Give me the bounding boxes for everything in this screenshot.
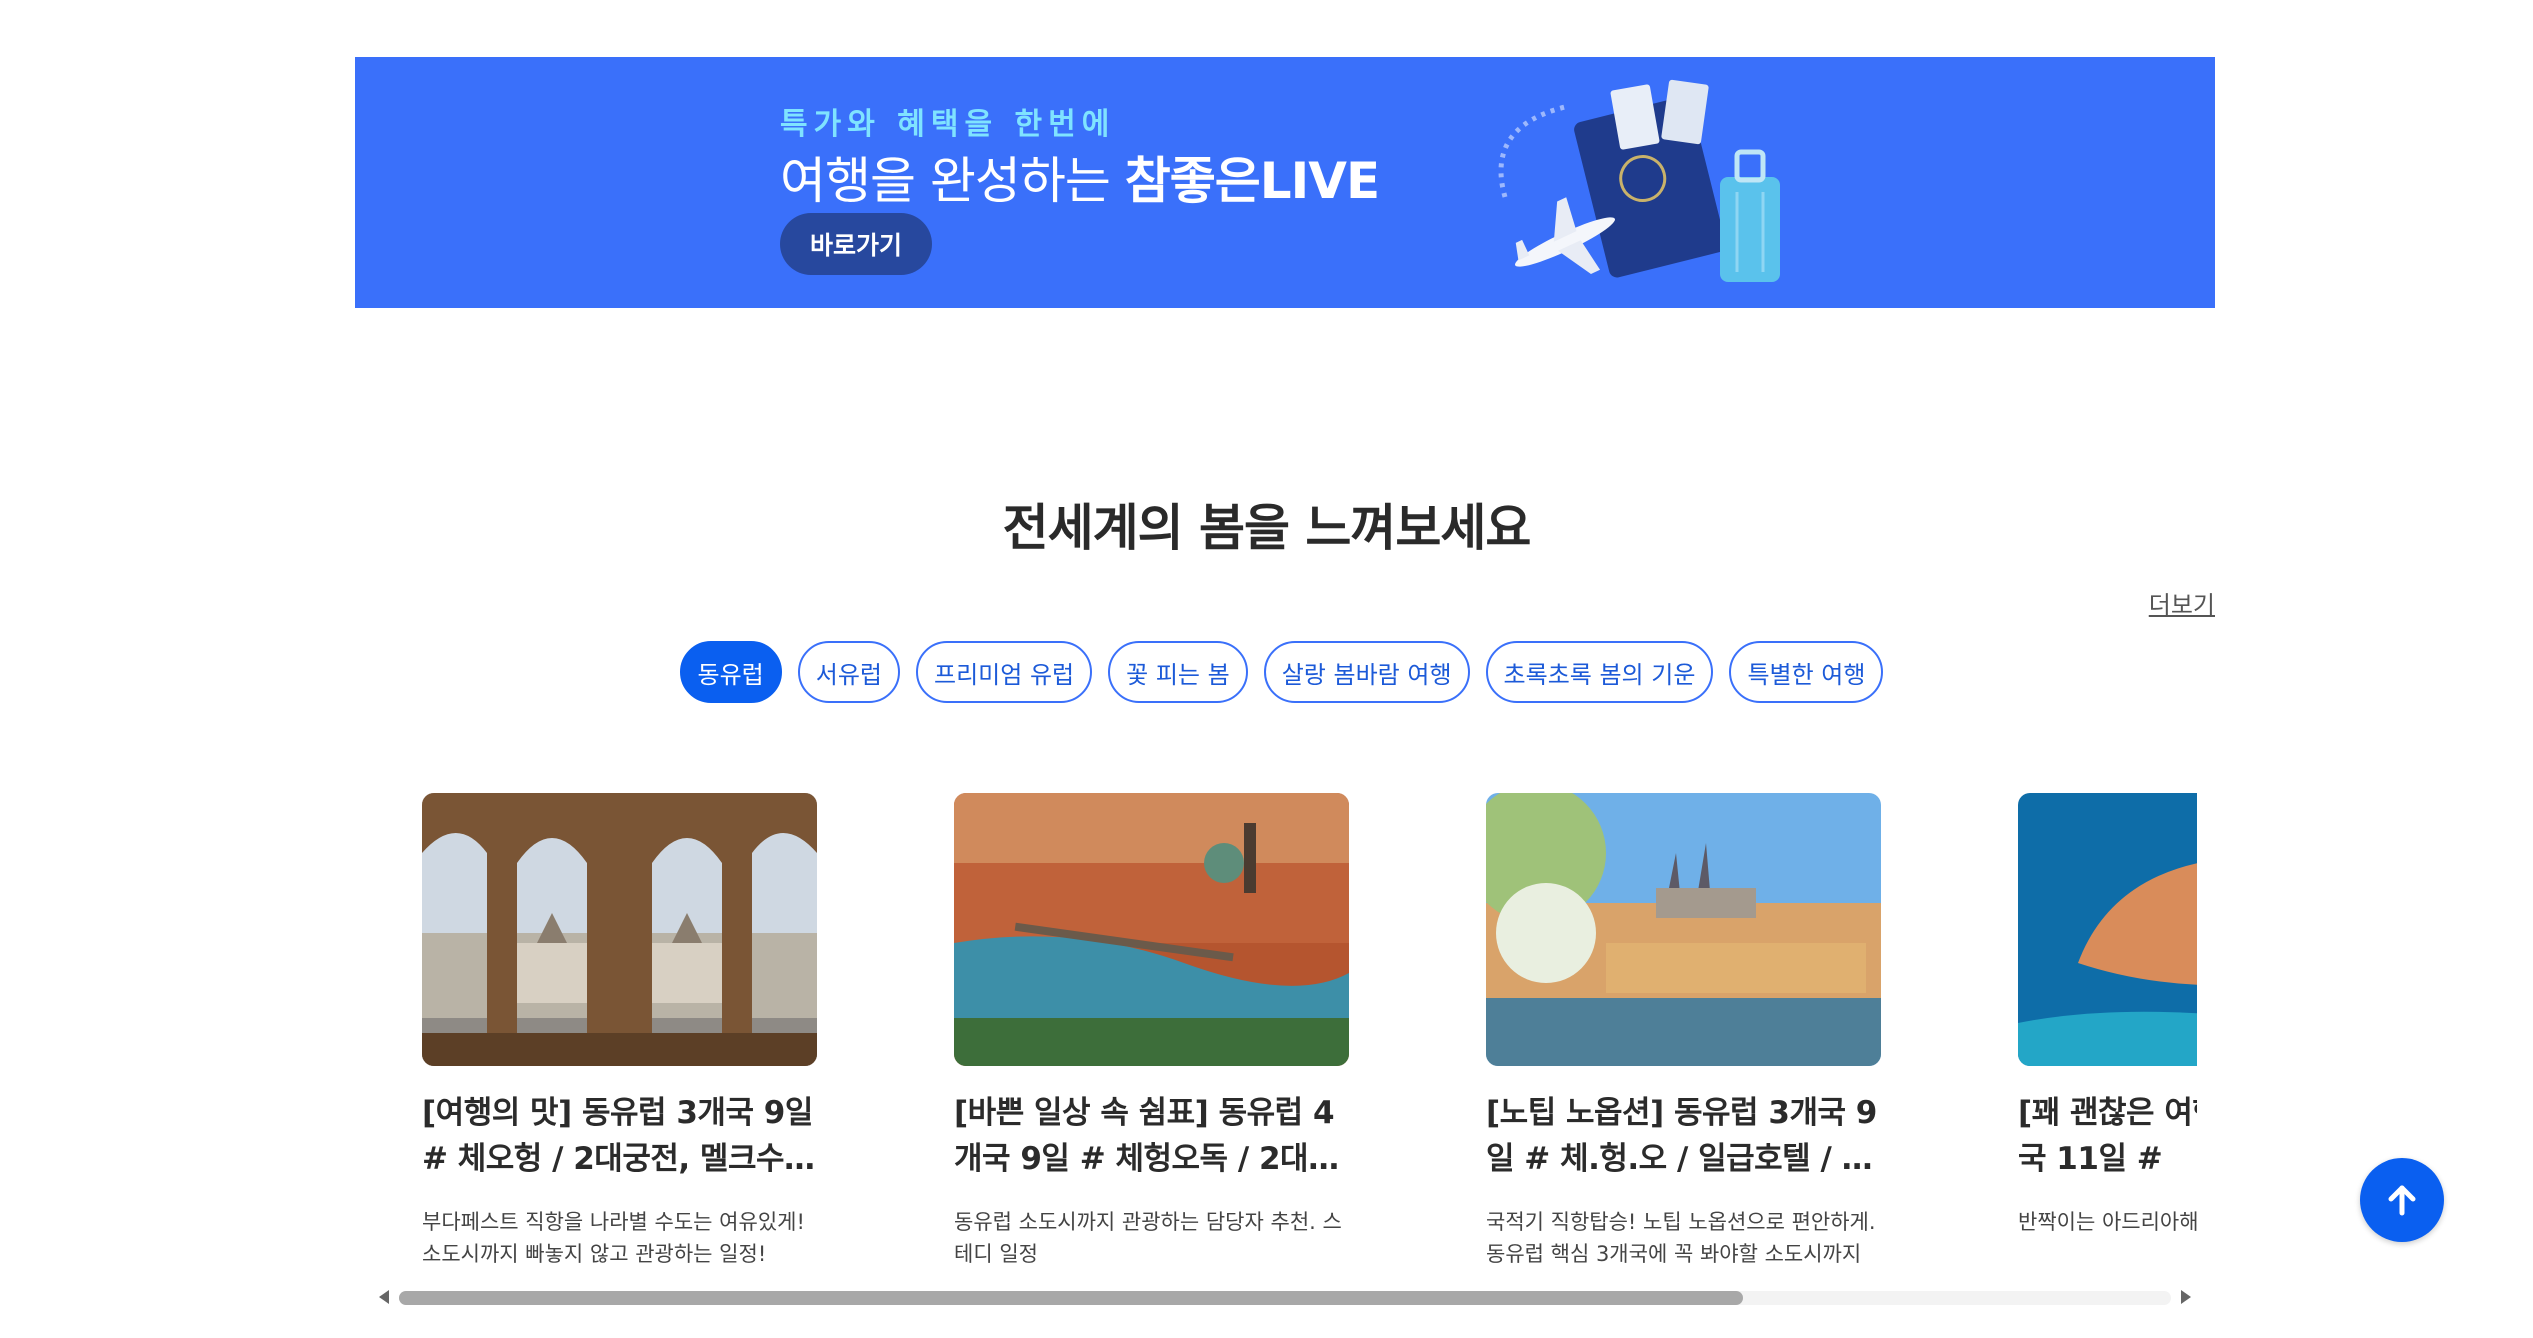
banner-title-brand: 참좋은LIVE xyxy=(1124,152,1380,210)
chip-premium-europe[interactable]: 프리미엄 유럽 xyxy=(916,641,1093,703)
prague-castle-image xyxy=(1466,793,1881,1066)
card-title[interactable]: [꽤 괜찮은 여행] 동유럽 5개국 11일 # xyxy=(2018,1090,2197,1182)
product-card[interactable]: [꽤 괜찮은 여행] 동유럽 5개국 11일 # 반짝이는 아드리아해 속 힐링… xyxy=(2018,793,2197,1263)
card-title[interactable]: [노팁 노옵션] 동유럽 3개국 9일 # 체.헝.오 / 일급호텔 / 2대궁… xyxy=(1486,1090,1881,1182)
banner-subtitle: 특가와 혜택을 한번에 xyxy=(780,107,1116,142)
chip-spring-breeze[interactable]: 살랑 봄바람 여행 xyxy=(1263,641,1470,703)
more-link[interactable]: 더보기 xyxy=(2149,585,2215,620)
budapest-arches-image xyxy=(422,793,817,1066)
chip-east-europe[interactable]: 동유럽 xyxy=(679,641,782,703)
chip-special-trip[interactable]: 특별한 여행 xyxy=(1729,641,1884,703)
card-title[interactable]: [여행의 맛] 동유럽 3개국 9일 # 체오헝 / 2대궁전, 멜크수도원, … xyxy=(422,1090,817,1182)
chip-blooming-spring[interactable]: 꽃 피는 봄 xyxy=(1108,641,1248,703)
product-carousel[interactable]: [여행의 맛] 동유럽 3개국 9일 # 체오헝 / 2대궁전, 멜크수도원, … xyxy=(422,793,2197,1263)
scroll-left-arrow-icon[interactable] xyxy=(379,1290,389,1304)
dubrovnik-coast-image xyxy=(2018,793,2197,1066)
chip-green-spring[interactable]: 초록초록 봄의 기운 xyxy=(1485,641,1714,703)
promo-banner[interactable]: 특가와 혜택을 한번에 여행을 완성하는 참좋은LIVE 바로가기 xyxy=(355,57,2215,308)
back-to-top-button[interactable] xyxy=(2360,1158,2444,1242)
card-title[interactable]: [바쁜 일상 속 쉼표] 동유럽 4개국 9일 # 체헝오독 / 2대 궁전 xyxy=(954,1090,1349,1182)
chip-west-europe[interactable]: 서유럽 xyxy=(797,641,901,703)
card-description: 부다페스트 직항을 나라별 수도는 여유있게! 소도시까지 빠놓지 않고 관광하… xyxy=(422,1210,805,1263)
scroll-right-arrow-icon[interactable] xyxy=(2181,1290,2191,1304)
product-card[interactable]: [노팁 노옵션] 동유럽 3개국 9일 # 체.헝.오 / 일급호텔 / 2대궁… xyxy=(1466,793,1881,1263)
banner-title-prefix: 여행을 완성하는 xyxy=(780,152,1125,210)
card-description: 동유럽 소도시까지 관광하는 담당자 추천. 스테디 일정 xyxy=(954,1210,1342,1263)
prague-city-image xyxy=(954,793,1349,1066)
banner-title: 여행을 완성하는 참좋은LIVE xyxy=(780,141,1380,213)
banner-go-button[interactable]: 바로가기 xyxy=(780,213,932,275)
product-card[interactable]: [여행의 맛] 동유럽 3개국 9일 # 체오헝 / 2대궁전, 멜크수도원, … xyxy=(422,793,817,1263)
card-description: 반짝이는 아드리아해 속 힐링시간! xyxy=(2018,1210,2197,1234)
scroll-thumb[interactable] xyxy=(399,1291,1743,1305)
carousel-scrollbar[interactable] xyxy=(375,1287,2195,1307)
category-chips: 동유럽 서유럽 프리미엄 유럽 꽃 피는 봄 살랑 봄바람 여행 초록초록 봄의… xyxy=(0,641,2533,703)
arrow-up-icon xyxy=(2388,1185,2416,1216)
product-card[interactable]: [바쁜 일상 속 쉼표] 동유럽 4개국 9일 # 체헝오독 / 2대 궁전 동… xyxy=(954,793,1349,1263)
card-description: 국적기 직항탑승! 노팁 노옵션으로 편안하게. 동유럽 핵심 3개국에 꼭 봐… xyxy=(1486,1210,1876,1263)
section-title: 전세계의 봄을 느껴보세요 xyxy=(1002,499,1532,557)
travel-illustration-icon xyxy=(1498,79,1780,282)
